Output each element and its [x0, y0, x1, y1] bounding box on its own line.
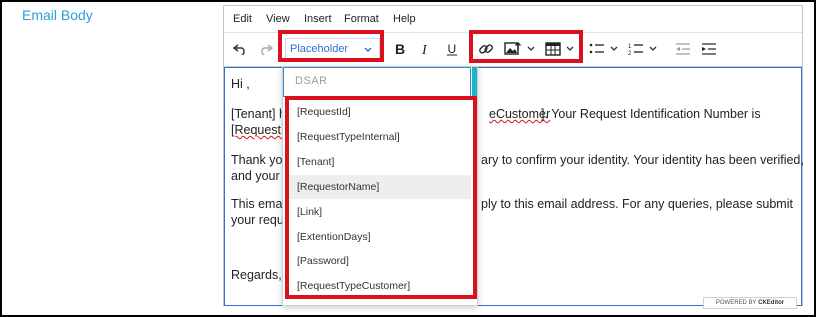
placeholder-item-link[interactable]: [Link] — [289, 200, 471, 224]
menu-format[interactable]: Format — [344, 13, 379, 25]
body-text: [RequestI — [231, 123, 285, 137]
placeholder-item-password[interactable]: [Password] — [289, 249, 471, 273]
redo-icon[interactable] — [256, 39, 276, 59]
editor-menubar: Edit View Insert Format Help — [224, 6, 802, 33]
svg-text:B: B — [395, 42, 405, 56]
body-text: ]. Your Request Identification Number is — [541, 107, 761, 121]
body-text: your requ — [231, 213, 284, 227]
placeholder-group-header[interactable]: DSAR — [283, 67, 471, 97]
image-icon[interactable] — [502, 39, 524, 59]
placeholder-dropdown[interactable]: Placeholder — [285, 38, 380, 62]
body-text: ary to confirm your identity. Your ident… — [481, 153, 804, 167]
chevron-down-icon[interactable] — [608, 39, 620, 59]
chevron-down-icon — [363, 42, 373, 60]
chevron-down-icon[interactable] — [647, 39, 659, 59]
italic-icon[interactable]: I — [416, 39, 436, 59]
placeholder-group-label: DSAR — [295, 75, 328, 87]
placeholder-item-extention-days[interactable]: [ExtentionDays] — [289, 225, 471, 249]
menu-view[interactable]: View — [266, 13, 290, 25]
powered-by-label: POWERED BY — [715, 300, 757, 306]
svg-text:U: U — [448, 42, 457, 56]
ckeditor-brand: CKEditor — [758, 300, 785, 306]
table-icon[interactable] — [543, 39, 563, 59]
svg-text:2: 2 — [628, 51, 632, 56]
body-text: and your — [231, 169, 280, 183]
placeholder-item-requestor-name[interactable]: [RequestorName] — [289, 175, 471, 199]
placeholder-dropdown-label: Placeholder — [290, 43, 349, 55]
outdent-icon[interactable] — [673, 39, 693, 59]
menu-edit[interactable]: Edit — [233, 13, 252, 25]
editor-toolbar: Placeholder B I U 1 2 — [224, 33, 802, 67]
bullet-list-icon[interactable] — [587, 39, 607, 59]
body-text: ply to this email address. For any queri… — [481, 197, 793, 211]
placeholder-item-tenant[interactable]: [Tenant] — [289, 150, 471, 174]
body-text: [Tenant] h — [231, 107, 286, 121]
numbered-list-icon[interactable]: 12 — [626, 39, 646, 59]
menu-help[interactable]: Help — [393, 13, 416, 25]
field-label: Email Body — [22, 7, 93, 23]
chevron-down-icon[interactable] — [525, 39, 537, 59]
svg-text:I: I — [421, 43, 428, 56]
undo-icon[interactable] — [230, 39, 250, 59]
powered-by-badge[interactable]: POWERED BY CKEditor — [703, 297, 797, 309]
placeholder-item-request-type-customer[interactable]: [RequestTypeCustomer] — [289, 274, 471, 298]
indent-icon[interactable] — [699, 39, 719, 59]
placeholder-item-request-type-internal[interactable]: [RequestTypeInternal] — [289, 125, 471, 149]
placeholder-item-request-id[interactable]: [RequestId] — [289, 100, 471, 124]
menu-insert[interactable]: Insert — [304, 13, 332, 25]
chevron-down-icon[interactable] — [564, 39, 576, 59]
body-text: Thank you — [231, 153, 290, 167]
body-text: This emai — [231, 197, 286, 211]
svg-text:1: 1 — [628, 44, 632, 50]
link-icon[interactable] — [476, 39, 496, 59]
scrollbar-thumb[interactable] — [472, 67, 477, 97]
underline-icon[interactable]: U — [442, 39, 462, 59]
closing-text: Regards, — [231, 268, 282, 282]
greeting-text: Hi , — [231, 77, 250, 91]
bold-icon[interactable]: B — [390, 39, 410, 59]
placeholder-menu: DSAR [RequestId] [RequestTypeInternal] [… — [282, 66, 478, 306]
